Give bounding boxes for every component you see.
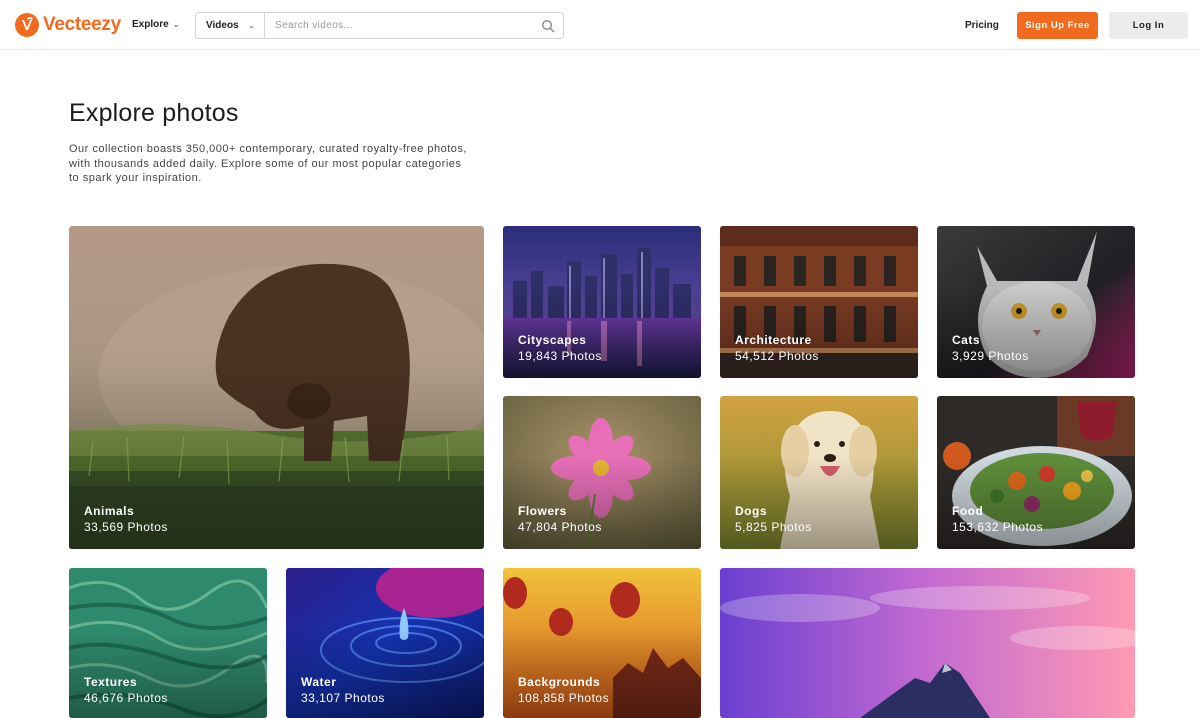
explore-menu[interactable]: Explore ⌄ (132, 19, 179, 30)
category-name: Cityscapes (518, 333, 587, 347)
category-tile-dogs[interactable]: Dogs 5,825 Photos (720, 396, 918, 549)
category-tile-architecture[interactable]: Architecture 54,512 Photos (720, 226, 918, 378)
category-name: Food (952, 504, 984, 518)
category-name: Water (301, 675, 337, 689)
search-bar: Videos ⌄ (195, 12, 564, 39)
category-count: 33,569 Photos (84, 520, 168, 534)
category-tile-animals[interactable]: Animals 33,569 Photos (69, 226, 484, 549)
signup-button[interactable]: Sign Up Free (1017, 12, 1098, 39)
brand-logo[interactable]: Vecteezy (15, 13, 121, 37)
search-input[interactable] (265, 13, 533, 38)
category-tile-flowers[interactable]: Flowers 47,804 Photos (503, 396, 701, 549)
category-tile-water[interactable]: Water 33,107 Photos (286, 568, 484, 718)
category-tile-food[interactable]: Food 153,632 Photos (937, 396, 1135, 549)
landscape-image (720, 568, 1135, 718)
category-tile-backgrounds[interactable]: Backgrounds 108,858 Photos (503, 568, 701, 718)
search-button[interactable] (533, 13, 563, 38)
category-tile-landscape[interactable] (720, 568, 1135, 718)
category-tile-textures[interactable]: Textures 46,676 Photos (69, 568, 267, 718)
category-name: Flowers (518, 504, 567, 518)
search-type-select[interactable]: Videos ⌄ (196, 13, 265, 38)
category-count: 46,676 Photos (84, 691, 168, 705)
category-name: Textures (84, 675, 138, 689)
page-description: Our collection boasts 350,000+ contempor… (69, 143, 467, 184)
explore-label: Explore (132, 19, 169, 30)
login-button[interactable]: Log In (1109, 12, 1188, 39)
search-type-label: Videos (206, 20, 239, 31)
category-count: 108,858 Photos (518, 691, 610, 705)
category-tile-cats[interactable]: Cats 3,929 Photos (937, 226, 1135, 378)
category-name: Architecture (735, 333, 812, 347)
category-count: 3,929 Photos (952, 349, 1029, 363)
category-name: Backgrounds (518, 675, 601, 689)
category-count: 5,825 Photos (735, 520, 812, 534)
category-count: 47,804 Photos (518, 520, 602, 534)
chevron-down-icon: ⌄ (248, 21, 255, 30)
vecteezy-logo-icon (15, 13, 39, 37)
category-tile-cityscapes[interactable]: Cityscapes 19,843 Photos (503, 226, 701, 378)
category-count: 153,632 Photos (952, 520, 1044, 534)
category-name: Cats (952, 333, 981, 347)
chevron-down-icon: ⌄ (172, 20, 180, 29)
top-navbar: Vecteezy Explore ⌄ Videos ⌄ Pricing Sign… (0, 0, 1200, 50)
category-count: 33,107 Photos (301, 691, 385, 705)
category-name: Dogs (735, 504, 767, 518)
page-title: Explore photos (69, 99, 239, 127)
brand-name: Vecteezy (43, 14, 121, 35)
search-icon (541, 19, 555, 32)
category-count: 54,512 Photos (735, 349, 819, 363)
category-name: Animals (84, 504, 135, 518)
category-count: 19,843 Photos (518, 349, 602, 363)
pricing-link[interactable]: Pricing (965, 20, 999, 31)
